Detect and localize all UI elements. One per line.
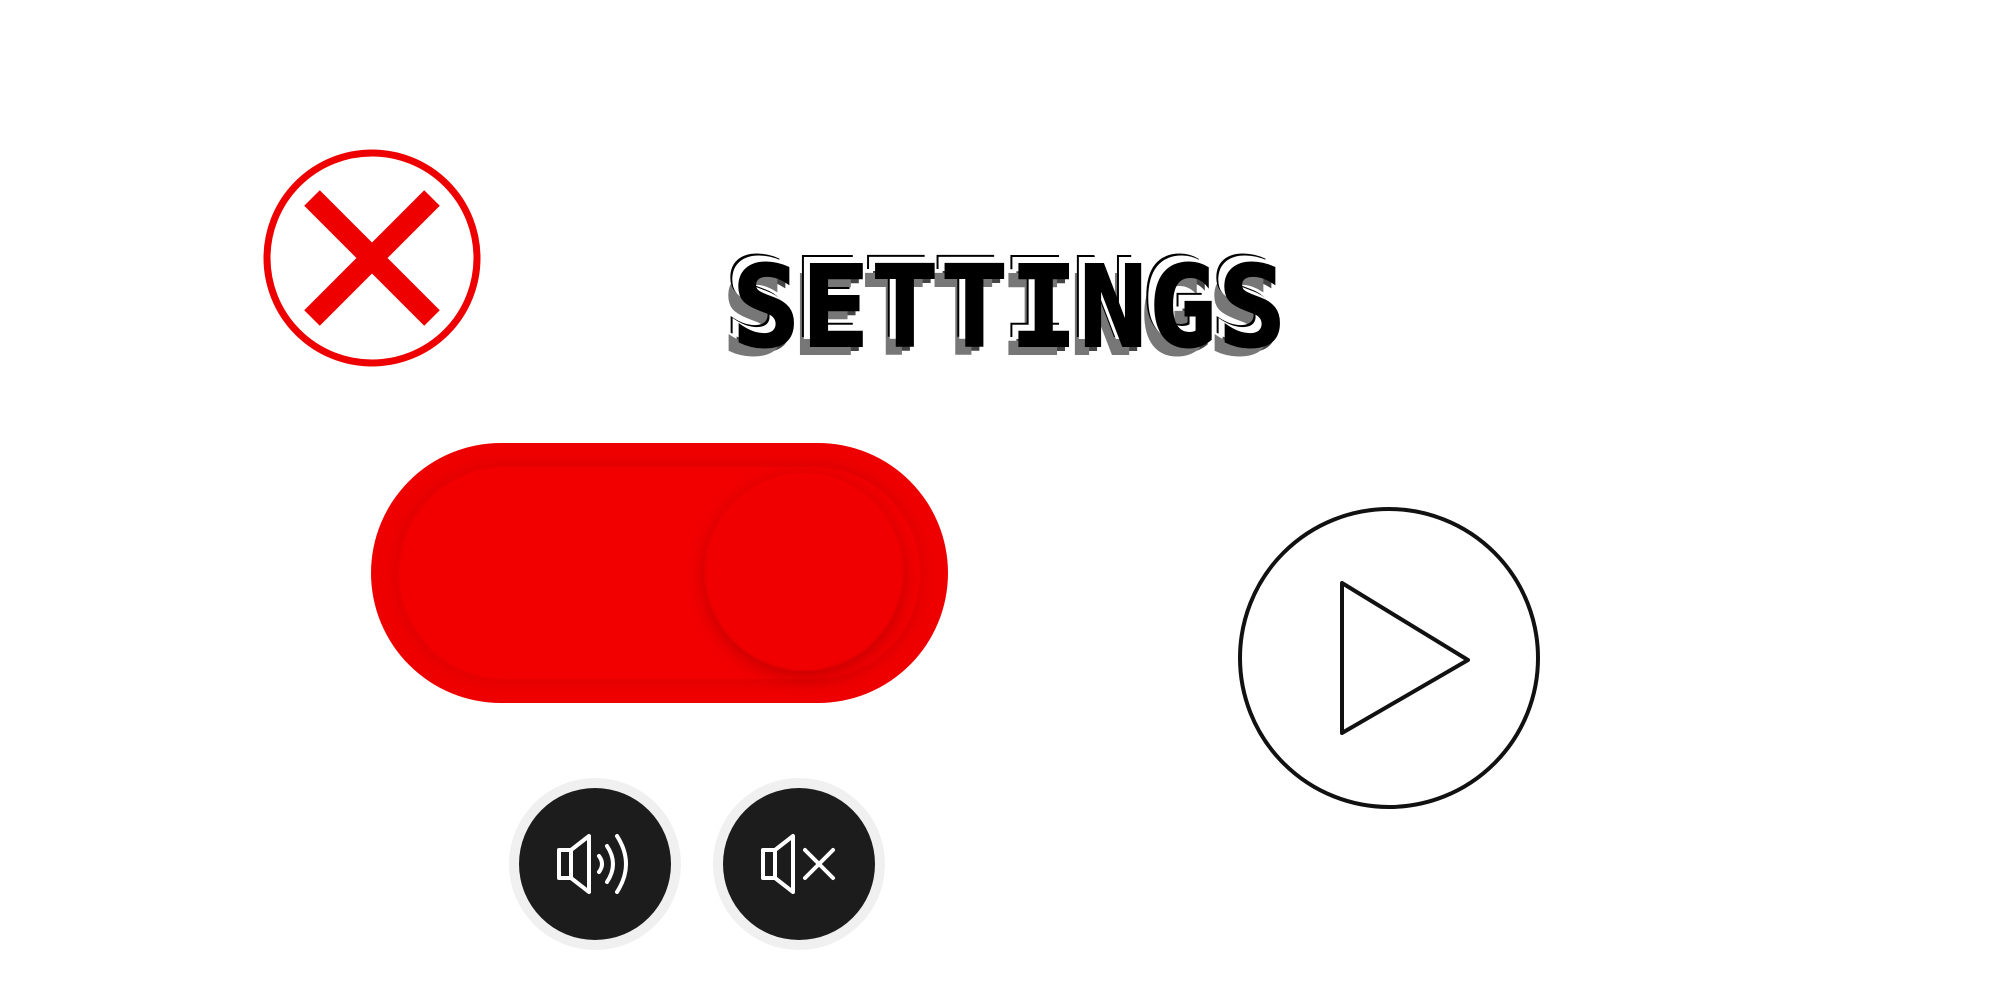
play-button[interactable]: [1236, 505, 1542, 811]
sound-on-button-face: [519, 788, 671, 940]
toggle-switch[interactable]: [371, 443, 948, 703]
speaker-mute-icon: [761, 834, 835, 894]
sound-on-button[interactable]: [509, 778, 681, 950]
toggle-knob[interactable]: [704, 471, 904, 671]
speaker-on-icon: [557, 834, 628, 894]
sound-off-button-face: [723, 788, 875, 940]
settings-screen: SETTINGS: [0, 0, 2000, 1000]
close-button[interactable]: [262, 148, 482, 368]
close-icon: [263, 149, 481, 367]
sound-off-button[interactable]: [713, 778, 885, 950]
page-title: SETTINGS: [731, 242, 1288, 374]
play-icon: [1238, 507, 1540, 809]
